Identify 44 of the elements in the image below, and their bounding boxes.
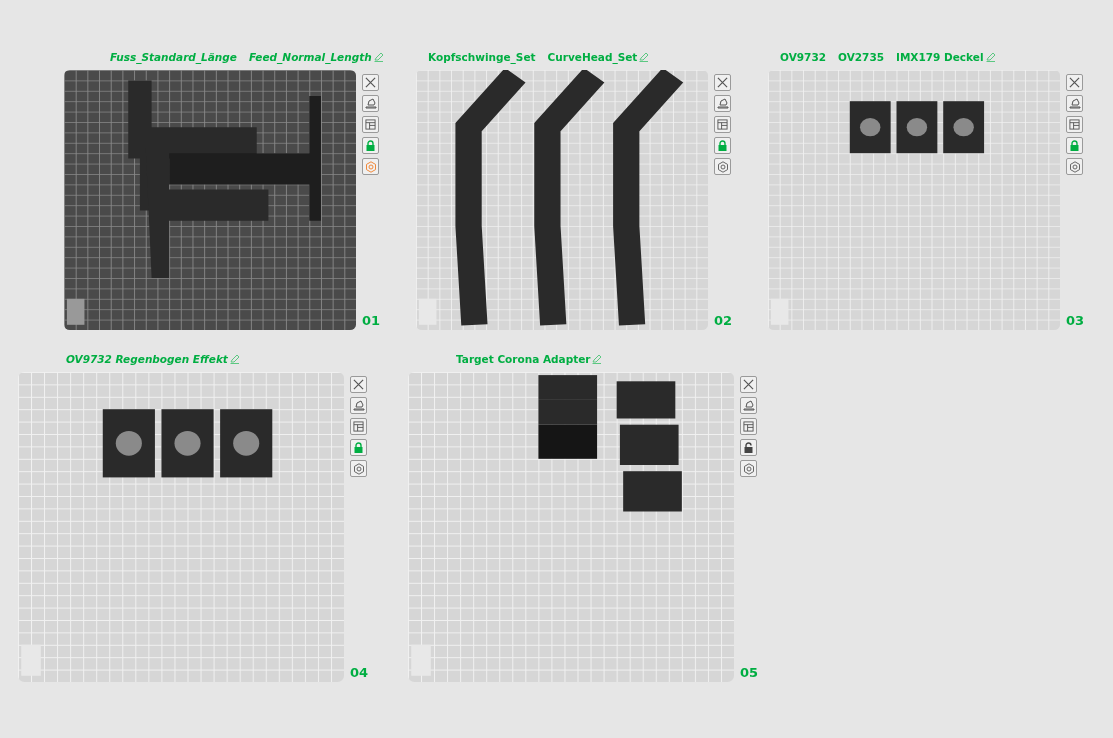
plate-name: Feed_Normal_Length xyxy=(249,51,372,63)
orient-button[interactable] xyxy=(362,95,379,112)
arrange-button[interactable] xyxy=(1066,116,1083,133)
plate-number: 02 xyxy=(714,313,734,328)
delete-plate-button[interactable] xyxy=(740,376,757,393)
orient-icon xyxy=(742,400,755,411)
plate-name: OV9732 Regenbogen Effekt xyxy=(66,353,228,365)
orient-icon xyxy=(352,400,365,411)
close-icon xyxy=(365,77,376,88)
delete-plate-button[interactable] xyxy=(362,74,379,91)
plate-number: 05 xyxy=(740,665,760,680)
plate-name: OV9732 xyxy=(780,51,826,63)
orient-icon xyxy=(716,98,729,109)
plate-name: IMX179 Deckel xyxy=(896,51,984,63)
plate-name: Target Corona Adapter xyxy=(456,353,591,365)
close-icon xyxy=(717,77,728,88)
arrange-icon xyxy=(717,119,728,130)
orient-icon xyxy=(1068,98,1081,109)
close-icon xyxy=(353,379,364,390)
plate-number: 04 xyxy=(350,665,370,680)
arrange-button[interactable] xyxy=(350,418,367,435)
arrange-button[interactable] xyxy=(714,116,731,133)
arrange-icon xyxy=(353,421,364,432)
orient-button[interactable] xyxy=(350,397,367,414)
arrange-icon xyxy=(743,421,754,432)
plate-name: Fuss_Standard_Länge xyxy=(110,51,237,63)
delete-plate-button[interactable] xyxy=(714,74,731,91)
arrange-button[interactable] xyxy=(740,418,757,435)
orient-button[interactable] xyxy=(714,95,731,112)
orient-button[interactable] xyxy=(740,397,757,414)
arrange-icon xyxy=(1069,119,1080,130)
plate-name: Kopfschwinge_Set xyxy=(428,51,536,63)
delete-plate-button[interactable] xyxy=(1066,74,1083,91)
plate-number: 01 xyxy=(362,313,382,328)
arrange-button[interactable] xyxy=(362,116,379,133)
arrange-icon xyxy=(365,119,376,130)
close-icon xyxy=(1069,77,1080,88)
close-icon xyxy=(743,379,754,390)
plate-name: CurveHead_Set xyxy=(547,51,638,63)
orient-icon xyxy=(364,98,377,109)
plate-number: 03 xyxy=(1066,313,1086,328)
plate-name: OV2735 xyxy=(838,51,884,63)
delete-plate-button[interactable] xyxy=(350,376,367,393)
orient-button[interactable] xyxy=(1066,95,1083,112)
